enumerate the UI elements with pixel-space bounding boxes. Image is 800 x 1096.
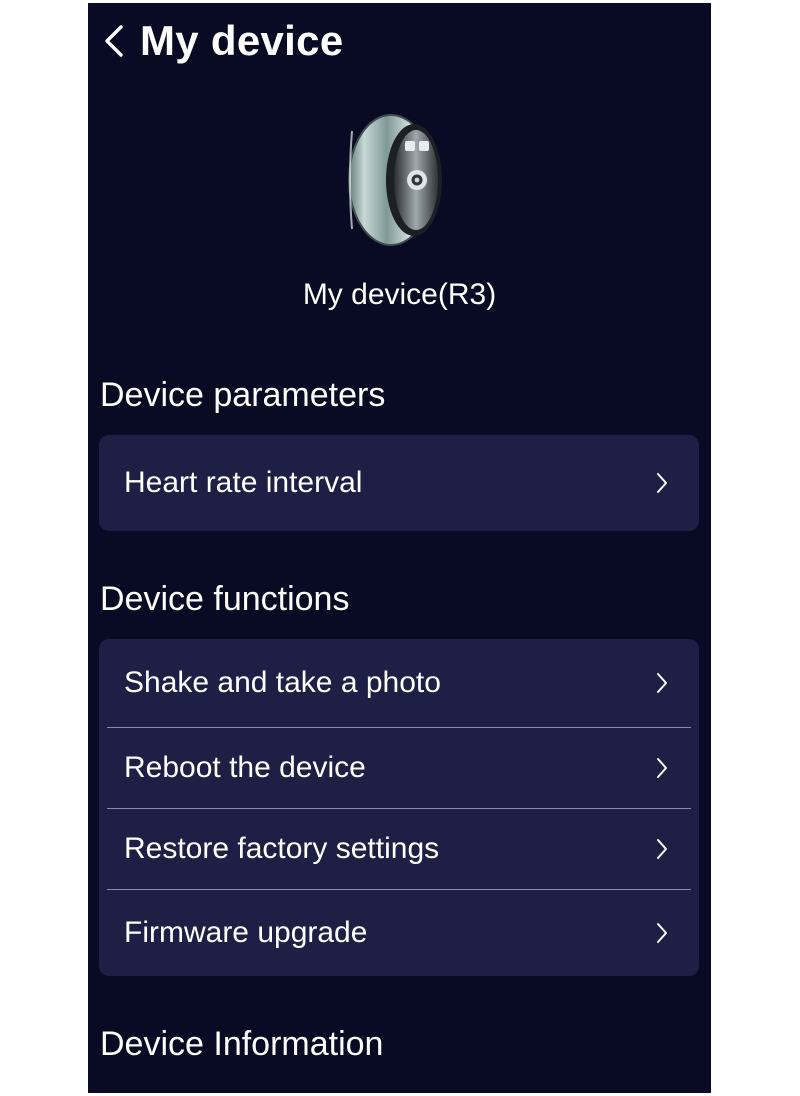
firmware-upgrade-label: Firmware upgrade [124,916,368,949]
smart-ring-image [348,114,442,246]
shake-photo-label: Shake and take a photo [124,666,441,699]
chevron-right-icon [657,839,667,859]
restore-factory-row[interactable]: Restore factory settings [99,809,699,889]
back-button[interactable] [98,17,130,65]
reboot-device-row[interactable]: Reboot the device [99,728,699,808]
device-settings-screen: My device My device(R3) Device parameter… [88,3,711,1093]
page-title: My device [140,17,344,64]
section-title-device-information: Device Information [100,1025,384,1063]
heart-rate-interval-row[interactable]: Heart rate interval [99,435,699,531]
device-functions-card: Shake and take a photo Reboot the device… [99,639,699,976]
chevron-right-icon [657,673,667,693]
chevron-right-icon [657,473,667,493]
chevron-right-icon [657,758,667,778]
restore-factory-label: Restore factory settings [124,832,440,865]
device-name: My device(R3) [302,278,497,311]
heart-rate-interval-label: Heart rate interval [124,466,363,499]
chevron-right-icon [657,923,667,943]
header: My device [88,3,711,81]
reboot-device-label: Reboot the device [124,751,366,784]
section-title-device-parameters: Device parameters [100,376,386,414]
firmware-upgrade-row[interactable]: Firmware upgrade [99,890,699,976]
chevron-left-icon [105,25,123,57]
section-title-device-functions: Device functions [100,580,350,618]
shake-photo-row[interactable]: Shake and take a photo [99,639,699,727]
device-parameters-card: Heart rate interval [99,435,699,531]
